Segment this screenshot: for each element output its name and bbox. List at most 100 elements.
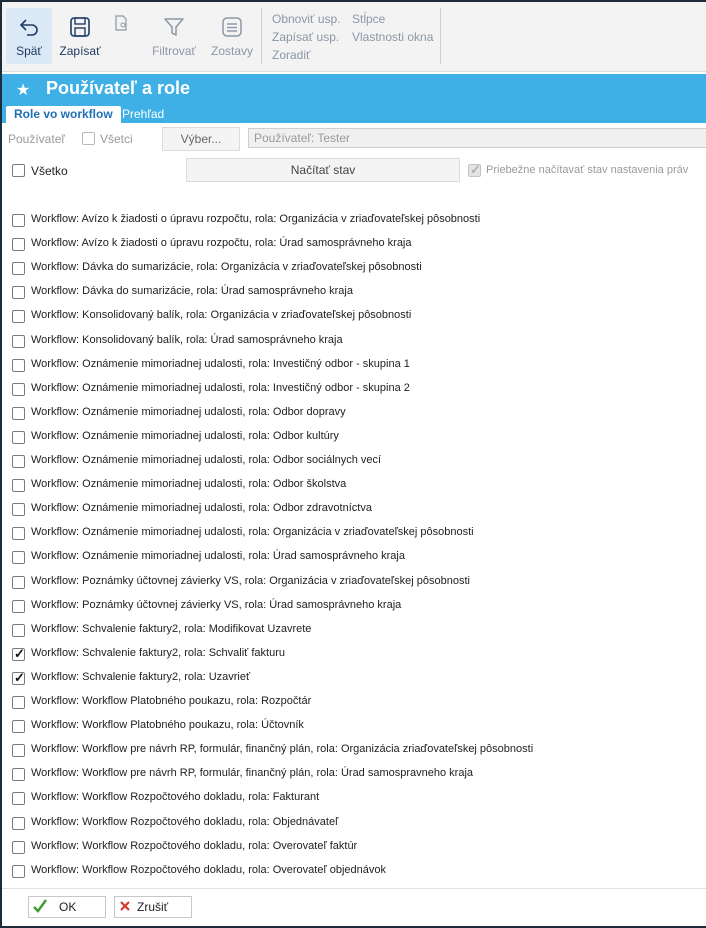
role-row[interactable]: Workflow: Workflow Platobného poukazu, r… bbox=[2, 714, 706, 738]
role-checkbox[interactable] bbox=[12, 214, 25, 227]
role-label: Workflow: Workflow pre návrh RP, formulá… bbox=[31, 743, 534, 756]
role-row[interactable]: Workflow: Oznámenie mimoriadnej udalosti… bbox=[2, 473, 706, 497]
role-row[interactable]: Workflow: Konsolidovaný balík, rola: Úra… bbox=[2, 329, 706, 353]
role-row[interactable]: Workflow: Workflow Rozpočtového dokladu,… bbox=[2, 811, 706, 835]
document-button[interactable] bbox=[108, 8, 134, 64]
list-icon bbox=[219, 14, 245, 40]
ok-button[interactable]: OK bbox=[28, 896, 106, 918]
save-button[interactable]: Zapísať bbox=[56, 8, 104, 64]
role-row[interactable]: Workflow: Oznámenie mimoriadnej udalosti… bbox=[2, 425, 706, 449]
role-checkbox[interactable] bbox=[12, 406, 25, 420]
title-bar: ★ Používateľ a role bbox=[2, 74, 706, 106]
role-checkbox[interactable] bbox=[12, 551, 25, 565]
filter-row: Používateľ Všetci Výber... Používateľ: T… bbox=[2, 124, 706, 154]
role-row[interactable]: Workflow: Poznámky účtovnej závierky VS,… bbox=[2, 594, 706, 618]
role-checkbox[interactable] bbox=[12, 238, 25, 252]
role-row[interactable]: Workflow: Workflow pre návrh RP, formulá… bbox=[2, 762, 706, 786]
refresh-settings-link[interactable]: Obnoviť usp. bbox=[272, 12, 341, 26]
role-checkbox[interactable] bbox=[12, 840, 25, 854]
continuous-load-label: Priebežne načítavať stav nastavenia práv bbox=[486, 164, 689, 176]
tab-prehlad[interactable]: Prehľad bbox=[114, 106, 172, 123]
role-checkbox[interactable] bbox=[12, 599, 25, 613]
role-checkbox[interactable] bbox=[12, 262, 25, 276]
role-checkbox[interactable] bbox=[12, 696, 25, 709]
role-row[interactable]: Workflow: Avízo k žiadosti o úpravu rozp… bbox=[2, 208, 706, 232]
role-label: Workflow: Oznámenie mimoriadnej udalosti… bbox=[31, 550, 405, 563]
role-checkbox[interactable] bbox=[12, 720, 25, 734]
tab-role-workflow[interactable]: Role vo workflow bbox=[6, 106, 121, 123]
role-checkbox[interactable] bbox=[12, 479, 25, 493]
role-row[interactable]: ✓ Workflow: Schvalenie faktury2, rola: Uz… bbox=[2, 666, 706, 690]
cancel-label: Zrušiť bbox=[137, 900, 169, 914]
role-checkbox[interactable] bbox=[12, 792, 25, 806]
all-users-checkbox[interactable] bbox=[82, 132, 95, 145]
columns-link[interactable]: Stĺpce bbox=[352, 12, 385, 26]
filter-button[interactable]: Filtrovať bbox=[148, 8, 200, 64]
role-row[interactable]: Workflow: Workflow Rozpočtového dokladu,… bbox=[2, 786, 706, 810]
continuous-load-checkbox[interactable]: ✓ bbox=[468, 162, 481, 177]
floppy-disk-icon bbox=[67, 14, 93, 40]
role-label: Workflow: Workflow pre návrh RP, formulá… bbox=[31, 767, 474, 780]
sort-link[interactable]: Zoradiť bbox=[272, 48, 311, 62]
role-row[interactable]: Workflow: Poznámky účtovnej závierky VS,… bbox=[2, 570, 706, 594]
role-label: Workflow: Schvalenie faktury2, rola: Sch… bbox=[31, 646, 285, 659]
cancel-button[interactable]: Zrušiť bbox=[114, 896, 192, 918]
role-label: Workflow: Oznámenie mimoriadnej udalosti… bbox=[31, 381, 410, 394]
toolbar: Späť Zapísať Filtrovať Zostavy Obnoviť u… bbox=[2, 2, 706, 72]
role-row[interactable]: Workflow: Schvalenie faktury2, rola: Mod… bbox=[2, 618, 706, 642]
role-label: Workflow: Oznámenie mimoriadnej udalosti… bbox=[31, 405, 346, 418]
role-row[interactable]: Workflow: Dávka do sumarizácie, rola: Or… bbox=[2, 256, 706, 280]
role-checkbox[interactable] bbox=[12, 864, 25, 878]
role-row[interactable]: Workflow: Avízo k žiadosti o úpravu rozp… bbox=[2, 232, 706, 256]
role-row[interactable]: Workflow: Dávka do sumarizácie, rola: Úr… bbox=[2, 280, 706, 304]
everything-checkbox[interactable] bbox=[12, 164, 25, 177]
role-label: Workflow: Workflow Rozpočtového dokladu,… bbox=[31, 863, 386, 876]
window-properties-link[interactable]: Vlastnosti okna bbox=[352, 30, 433, 44]
reports-label: Zostavy bbox=[210, 44, 253, 58]
role-label: Workflow: Oznámenie mimoriadnej udalosti… bbox=[31, 502, 372, 515]
role-label: Workflow: Avízo k žiadosti o úpravu rozp… bbox=[31, 213, 481, 225]
role-checkbox[interactable] bbox=[12, 503, 25, 517]
role-checkbox[interactable] bbox=[12, 430, 25, 444]
role-checkbox[interactable]: ✓ bbox=[12, 645, 25, 661]
role-label: Workflow: Oznámenie mimoriadnej udalosti… bbox=[31, 429, 339, 442]
role-checkbox[interactable] bbox=[12, 816, 25, 830]
all-users-label: Všetci bbox=[100, 132, 133, 146]
role-row[interactable]: Workflow: Oznámenie mimoriadnej udalosti… bbox=[2, 497, 706, 521]
role-row[interactable]: Workflow: Workflow pre návrh RP, formulá… bbox=[2, 738, 706, 762]
role-checkbox[interactable] bbox=[12, 768, 25, 782]
load-state-button[interactable]: Načítať stav bbox=[186, 158, 460, 182]
role-checkbox[interactable] bbox=[12, 310, 25, 324]
star-icon[interactable]: ★ bbox=[16, 80, 30, 100]
role-row[interactable]: ✓ Workflow: Schvalenie faktury2, rola: Sc… bbox=[2, 642, 706, 666]
role-checkbox[interactable]: ✓ bbox=[12, 670, 25, 685]
role-checkbox[interactable] bbox=[12, 358, 25, 372]
check-icon: ✓ bbox=[14, 645, 25, 661]
role-checkbox[interactable] bbox=[12, 286, 25, 300]
role-checkbox[interactable] bbox=[12, 744, 25, 758]
role-row[interactable]: Workflow: Workflow Rozpočtového dokladu,… bbox=[2, 859, 706, 883]
select-user-button[interactable]: Výber... bbox=[162, 127, 240, 151]
back-button[interactable]: Späť bbox=[6, 8, 52, 64]
role-checkbox[interactable] bbox=[12, 527, 25, 541]
role-checkbox[interactable] bbox=[12, 382, 25, 396]
reports-button[interactable]: Zostavy bbox=[208, 8, 256, 64]
role-row[interactable]: Workflow: Oznámenie mimoriadnej udalosti… bbox=[2, 401, 706, 425]
role-row[interactable]: Workflow: Workflow Platobného poukazu, r… bbox=[2, 690, 706, 714]
role-row[interactable]: Workflow: Oznámenie mimoriadnej udalosti… bbox=[2, 521, 706, 545]
write-settings-link[interactable]: Zapísať usp. bbox=[272, 30, 339, 44]
role-row[interactable]: Workflow: Workflow Rozpočtového dokladu,… bbox=[2, 835, 706, 859]
role-checkbox[interactable] bbox=[12, 334, 25, 348]
role-row[interactable]: Workflow: Oznámenie mimoriadnej udalosti… bbox=[2, 449, 706, 473]
role-row[interactable]: Workflow: Oznámenie mimoriadnej udalosti… bbox=[2, 545, 706, 569]
role-row[interactable]: Workflow: Konsolidovaný balík, rola: Org… bbox=[2, 304, 706, 328]
role-row[interactable]: Workflow: Oznámenie mimoriadnej udalosti… bbox=[2, 377, 706, 401]
role-checkbox[interactable] bbox=[12, 455, 25, 468]
role-row[interactable]: Workflow: Oznámenie mimoriadnej udalosti… bbox=[2, 353, 706, 377]
role-checkbox[interactable] bbox=[12, 623, 25, 637]
footer-bar: OK Zrušiť bbox=[2, 888, 706, 926]
role-label: Workflow: Konsolidovaný balík, rola: Org… bbox=[31, 309, 412, 322]
role-label: Workflow: Workflow Rozpočtového dokladu,… bbox=[31, 839, 358, 852]
role-checkbox[interactable] bbox=[12, 575, 25, 589]
role-label: Workflow: Workflow Rozpočtového dokladu,… bbox=[31, 815, 339, 828]
